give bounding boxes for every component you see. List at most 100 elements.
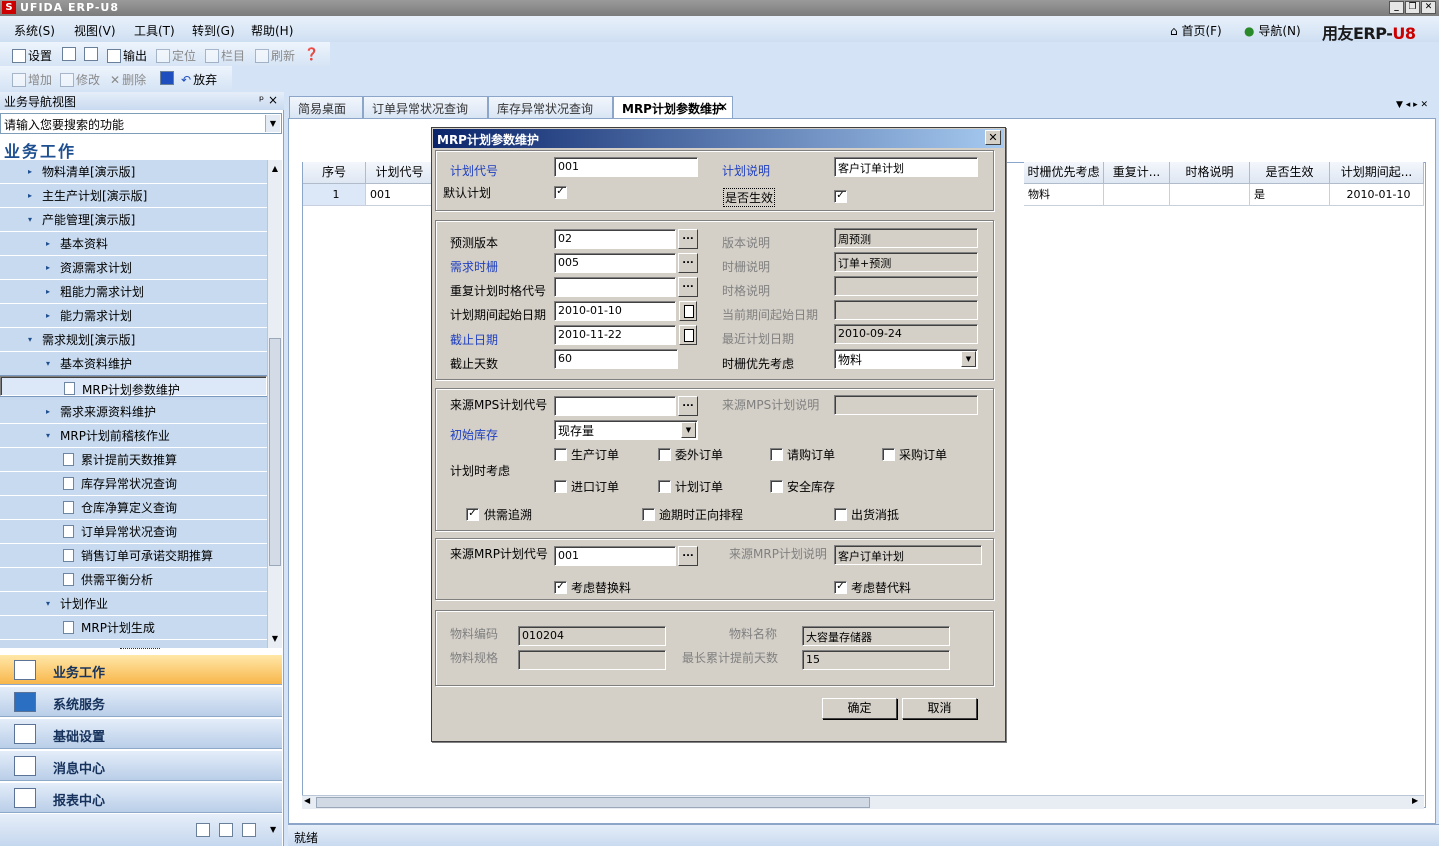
module-reports[interactable]: 报表中心 (0, 782, 282, 813)
delete-button[interactable]: ✕ 删除 (110, 71, 146, 88)
grid-hscrollbar[interactable]: ◀ ▶ (302, 795, 1424, 809)
grid-header-start[interactable]: 计划期间起... (1330, 162, 1424, 184)
table-row-seq[interactable]: 1 (303, 184, 366, 206)
grid-header-code[interactable]: 计划代号 (366, 162, 434, 184)
chevron-down-icon[interactable]: ▼ (265, 115, 280, 132)
sidebar-item[interactable]: ▸ 资源需求计划 (0, 256, 267, 280)
close-icon[interactable]: ✕ (718, 100, 728, 114)
opt-production-checkbox[interactable] (554, 448, 567, 461)
output-button[interactable]: 输出 (107, 47, 147, 64)
grid-header-repeat[interactable]: 重复计... (1104, 162, 1170, 184)
scroll-left-icon[interactable]: ◀ (304, 796, 310, 805)
tab-order-exceptions[interactable]: 订单异常状况查询 (363, 96, 488, 118)
grid-header-seq[interactable]: 序号 (303, 162, 366, 184)
restore-button[interactable]: ❐ (1405, 1, 1420, 14)
sidebar-item[interactable]: ▾ 需求规划[演示版] (0, 328, 267, 352)
caret-right-icon[interactable]: ▸ (46, 256, 50, 280)
caret-right-icon[interactable]: ▸ (46, 232, 50, 256)
end-date-input[interactable]: 2010-11-22 (554, 325, 676, 345)
sidebar-item[interactable]: 累计提前天数推算 (0, 448, 267, 472)
sidebar-item[interactable]: ▸ 粗能力需求计划 (0, 280, 267, 304)
sidebar-item[interactable]: ▸ 主生产计划[演示版] (0, 184, 267, 208)
tab-nav-icons[interactable]: ▼ ◂ ▸ ✕ (1396, 100, 1428, 110)
locate-button[interactable]: 定位 (156, 47, 196, 64)
calendar-icon[interactable] (679, 325, 697, 345)
demand-fence-input[interactable]: 005 (554, 253, 676, 273)
init-stock-select[interactable]: 现存量 ▼ (554, 420, 698, 440)
menu-goto[interactable]: 转到(G) (192, 22, 235, 39)
sub-replace-checkbox[interactable]: ✓ (554, 581, 567, 594)
table-row-repeat[interactable] (1104, 184, 1170, 206)
menu-help[interactable]: 帮助(H) (251, 22, 293, 39)
tab-mrp-params[interactable]: MRP计划参数维护 ✕ (613, 96, 733, 118)
caret-right-icon[interactable]: ▸ (28, 160, 32, 184)
plan-code-input[interactable]: 001 (554, 157, 698, 177)
days-input[interactable]: 60 (554, 349, 678, 369)
caret-right-icon[interactable]: ▸ (46, 304, 50, 328)
sub-alternate-checkbox[interactable]: ✓ (834, 581, 847, 594)
trace-checkbox[interactable]: ✓ (466, 508, 479, 521)
prio-select[interactable]: 物料 ▼ (834, 349, 978, 369)
refresh-button[interactable]: 刷新 (255, 47, 295, 64)
preview-button[interactable] (84, 47, 98, 61)
repeat-browse-button[interactable]: ... (678, 277, 698, 297)
grid-header-prio[interactable]: 时栅优先考虑 (1024, 162, 1104, 184)
shortcut-icon[interactable] (196, 823, 210, 837)
table-row-code[interactable]: 001 (366, 184, 434, 206)
grid-header-active[interactable]: 是否生效 (1250, 162, 1330, 184)
caret-down-icon[interactable]: ▾ (28, 328, 32, 352)
tab-desktop[interactable]: 简易桌面 (289, 96, 363, 118)
sidebar-item[interactable]: 仓库净算定义查询 (0, 496, 267, 520)
demand-browse-button[interactable]: ... (678, 253, 698, 273)
sidebar-item[interactable]: ▾ 基本资料维护 (0, 352, 267, 376)
sidebar-item[interactable]: ▸ 需求来源资料维护 (0, 400, 267, 424)
sidebar-item[interactable]: ▸ 能力需求计划 (0, 304, 267, 328)
caret-down-icon[interactable]: ▾ (28, 208, 32, 232)
table-row-start[interactable]: 2010-01-10 (1330, 184, 1424, 206)
scroll-right-icon[interactable]: ▶ (1412, 796, 1418, 805)
home-link[interactable]: ⌂ 首页(F) (1170, 22, 1222, 39)
nav-tree-scrollbar[interactable]: ▲ ▼ (267, 160, 282, 648)
sidebar-item[interactable]: ▸ 基本资料 (0, 232, 267, 256)
settings-button[interactable]: 设置 (12, 47, 52, 64)
sidebar-item[interactable]: ▾ 产能管理[演示版] (0, 208, 267, 232)
start-date-input[interactable]: 2010-01-10 (554, 301, 676, 321)
module-system-service[interactable]: 系统服务 (0, 686, 282, 717)
caret-right-icon[interactable]: ▸ (46, 280, 50, 304)
save-button[interactable] (160, 71, 174, 85)
caret-down-icon[interactable]: ▾ (46, 424, 50, 448)
menu-view[interactable]: 视图(V) (74, 22, 116, 39)
caret-right-icon[interactable]: ▸ (28, 184, 32, 208)
scroll-up-icon[interactable]: ▲ (268, 162, 282, 176)
table-row-active[interactable]: 是 (1250, 184, 1330, 206)
module-basic-settings[interactable]: 基础设置 (0, 718, 282, 749)
table-row-prio[interactable]: 物料 (1024, 184, 1104, 206)
opt-planned-checkbox[interactable] (658, 480, 671, 493)
repeat-input[interactable] (554, 277, 676, 297)
module-business[interactable]: 业务工作 (0, 654, 282, 685)
caret-down-icon[interactable]: ▾ (46, 592, 50, 616)
sidebar-item[interactable]: 库存异常状况查询 (0, 472, 267, 496)
dialog-close-button[interactable]: ✕ (985, 130, 1001, 145)
scroll-down-icon[interactable]: ▼ (268, 632, 282, 646)
overdue-checkbox[interactable] (642, 508, 655, 521)
discard-button[interactable]: ↶ 放弃 (181, 71, 217, 88)
sidebar-item[interactable]: ▾ MRP计划前稽核作业 (0, 424, 267, 448)
minimize-button[interactable]: _ (1389, 1, 1404, 14)
nav-link[interactable]: ● 导航(N) (1244, 22, 1301, 39)
edit-button[interactable]: 修改 (60, 71, 100, 88)
default-plan-checkbox[interactable]: ✓ (554, 186, 567, 199)
active-checkbox[interactable]: ✓ (834, 190, 847, 203)
grid-icon[interactable] (219, 823, 233, 837)
hscroll-thumb[interactable] (316, 797, 870, 808)
table-row-tgdesc[interactable] (1170, 184, 1250, 206)
sidebar-item[interactable]: MRP计划生成 (0, 616, 267, 640)
module-messages[interactable]: 消息中心 (0, 750, 282, 781)
opt-purchase-checkbox[interactable] (882, 448, 895, 461)
cancel-button[interactable]: 取消 (902, 698, 977, 719)
opt-requisition-checkbox[interactable] (770, 448, 783, 461)
sidebar-item[interactable]: 销售订单可承诺交期推算 (0, 544, 267, 568)
mps-input[interactable] (554, 396, 676, 416)
sidebar-item[interactable]: 订单异常状况查询 (0, 520, 267, 544)
close-button[interactable]: ✕ (1421, 1, 1436, 14)
